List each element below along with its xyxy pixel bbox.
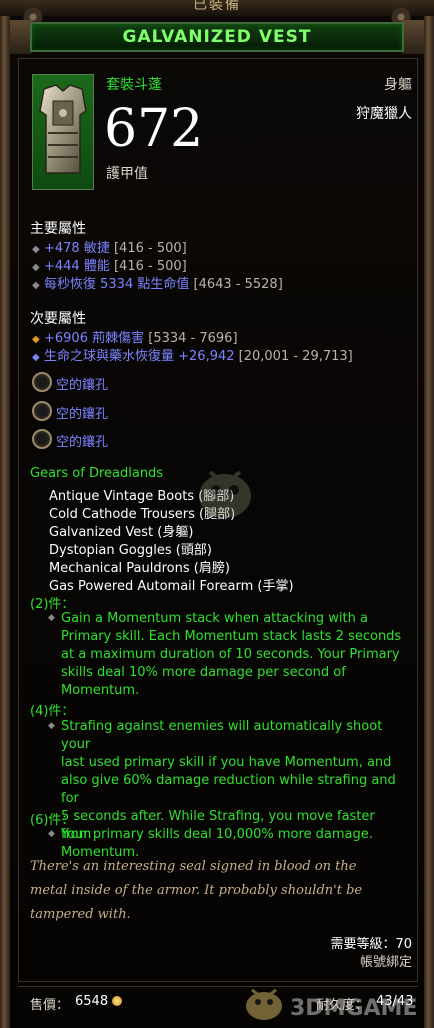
- primary-affix: ◆ +478 敏捷 [416 - 500]: [32, 237, 187, 256]
- affix-range: [4643 - 5528]: [193, 277, 283, 292]
- title-cap-right: [402, 20, 424, 54]
- bonus-line: also give 60% damage reduction while str…: [61, 773, 396, 806]
- set-bonus-text: Your primary skills deal 10,000% more da…: [61, 826, 406, 844]
- right-frame-rail: [424, 0, 434, 1028]
- primary-affix: ◆ 每秒恢復 5334 點生命值 [4643 - 5528]: [32, 273, 283, 292]
- affix-bullet-icon: ◆: [32, 244, 40, 255]
- gold-coin-icon: [112, 996, 122, 1006]
- sell-price-label: 售價：: [30, 998, 70, 1013]
- socket-icon: [32, 401, 52, 421]
- sell-price-value: 6548: [75, 994, 109, 1009]
- bonus-line: Momentum.: [61, 683, 140, 698]
- armor-label: 護甲值: [106, 166, 148, 182]
- socket-label: 空的鑲孔: [56, 435, 109, 450]
- affix-text: +478 敏捷: [44, 241, 110, 256]
- affix-text: +6906 荊棘傷害: [44, 331, 145, 346]
- account-bound-label: 帳號綁定: [359, 955, 412, 970]
- bonus-line: skills deal 10% more damage per second o…: [61, 665, 346, 680]
- item-title: GALVANIZED VEST: [122, 27, 312, 47]
- bonus-line: at a maximum duration of 10 seconds. You…: [61, 647, 400, 662]
- item-slot: 身軀: [384, 77, 412, 93]
- bonus-line: Your primary skills deal 10,000% more da…: [61, 827, 373, 842]
- bonus-bullet-icon: ◆: [48, 613, 55, 623]
- flavor-line: tampered with.: [30, 907, 131, 922]
- left-frame-rail: [0, 0, 10, 1028]
- affix-bullet-icon: ◆: [32, 262, 40, 273]
- bonus-bullet-icon: ◆: [48, 829, 55, 839]
- level-requirement: 需要等級：70: [330, 937, 412, 952]
- secondary-affix: ◆ 生命之球與藥水恢復量 +26,942 [20,001 - 29,713]: [32, 345, 353, 364]
- equipped-label: 已裝備: [193, 0, 241, 13]
- secondary-stats-title: 次要屬性: [30, 311, 86, 327]
- flavor-line: metal inside of the armor. It probably s…: [30, 883, 363, 898]
- affix-bullet-icon: ◆: [32, 334, 40, 345]
- tooltip-frame: 已裝備 GALVANIZED VEST 套裝斗蓬 身軀 狩魔獵人 672 護甲值…: [0, 0, 434, 1028]
- affix-range: [416 - 500]: [113, 241, 187, 256]
- title-cap-left: [10, 20, 32, 54]
- armor-value: 672: [104, 99, 204, 159]
- primary-stats-title: 主要屬性: [30, 221, 86, 237]
- socket-label: 空的鑲孔: [56, 378, 109, 393]
- set-piece: Galvanized Vest (身軀): [49, 525, 194, 540]
- bonus-bullet-icon: ◆: [48, 721, 55, 731]
- socket-icon: [32, 429, 52, 449]
- set-piece: Dystopian Goggles (頭部): [49, 543, 212, 558]
- affix-text: 生命之球與藥水恢復量 +26,942: [44, 349, 235, 364]
- secondary-affix: ◆ +6906 荊棘傷害 [5334 - 7696]: [32, 327, 238, 346]
- set-piece: Gas Powered Automail Forearm (手掌): [49, 579, 294, 594]
- durability-value: 43/43: [376, 994, 414, 1009]
- bonus-line: Strafing against enemies will automatica…: [61, 719, 383, 752]
- class-requirement: 狩魔獵人: [356, 106, 412, 122]
- affix-range: [20,001 - 29,713]: [238, 349, 353, 364]
- item-type: 套裝斗蓬: [106, 77, 162, 93]
- durability-label: 耐久度：: [316, 998, 369, 1013]
- set-bonus-text: Gain a Momentum stack when attacking wit…: [61, 610, 406, 700]
- flavor-line: There's an interesting seal signed in bl…: [30, 859, 357, 874]
- affix-range: [416 - 500]: [113, 259, 187, 274]
- affix-bullet-icon: ◆: [32, 352, 40, 363]
- bonus-line: last used primary skill if you have Mome…: [61, 755, 392, 770]
- chest-armor-icon: [32, 74, 94, 190]
- bonus-line: Primary skill. Each Momentum stack lasts…: [61, 629, 402, 644]
- affix-text: 每秒恢復 5334 點生命值: [44, 277, 190, 292]
- set-bonus-header: (4)件：: [30, 704, 75, 719]
- affix-text: +444 體能: [44, 259, 110, 274]
- affix-bullet-icon: ◆: [32, 280, 40, 291]
- primary-affix: ◆ +444 體能 [416 - 500]: [32, 255, 187, 274]
- watermark-mascot-icon: [199, 470, 251, 518]
- set-name: Gears of Dreadlands: [30, 466, 164, 481]
- item-title-bar: GALVANIZED VEST: [30, 22, 404, 52]
- socket-label: 空的鑲孔: [56, 407, 109, 422]
- watermark-logo-icon: [246, 988, 282, 1020]
- set-piece: Mechanical Pauldrons (肩膀): [49, 561, 230, 576]
- bonus-line: Gain a Momentum stack when attacking wit…: [61, 611, 368, 626]
- flavor-text: There's an interesting seal signed in bl…: [30, 855, 400, 927]
- socket-icon: [32, 372, 52, 392]
- affix-range: [5334 - 7696]: [148, 331, 238, 346]
